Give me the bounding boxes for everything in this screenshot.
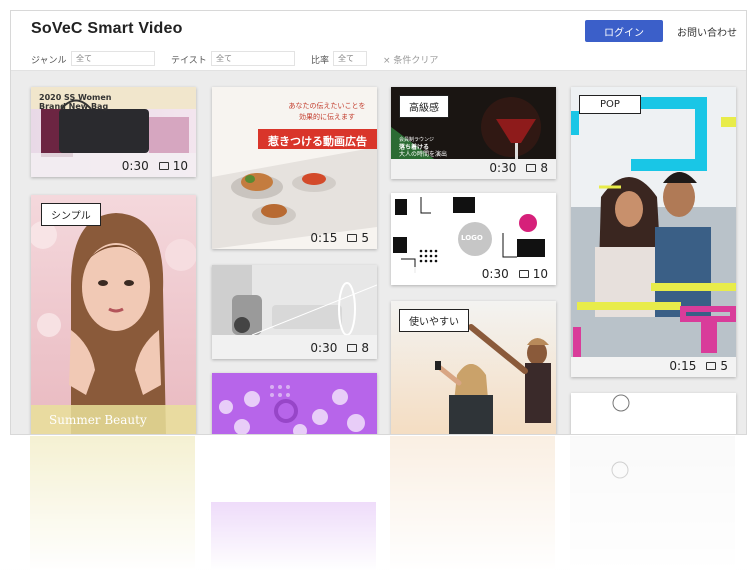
card-meta: 0:30 8 [489, 161, 548, 175]
scene-count-icon [518, 270, 529, 278]
purple-dots-thumbnail [212, 373, 377, 434]
card-meta: 0:30 10 [482, 267, 548, 281]
bag-title-line1: 2020 SS Women [39, 93, 112, 102]
template-card-pop[interactable]: POP 0:15 5 [571, 87, 736, 377]
template-card-blank[interactable] [571, 393, 736, 434]
style-tag: 高級感 [399, 95, 449, 118]
contact-link[interactable]: お問い合わせ [677, 24, 737, 39]
card-meta: 0:30 10 [122, 159, 188, 173]
portrait-caption: Summer Beauty [49, 413, 147, 427]
scene-count: 10 [172, 159, 188, 173]
reflection-decoration [0, 436, 747, 570]
template-card-selfie[interactable]: 使いやすい [391, 301, 556, 434]
template-card-geometric[interactable]: LOGO 0:30 10 [391, 193, 556, 285]
scene-count-icon [526, 164, 537, 172]
scene-count-icon [706, 362, 717, 370]
scene-count-icon [158, 162, 169, 170]
scene-count: 5 [720, 359, 728, 373]
pop-thumbnail [571, 87, 736, 377]
duration-label: 0:15 [669, 359, 697, 373]
template-card-luxury[interactable]: 高級感 会員制ラウンジ 落ち着ける 大人の時間を演出 0:30 8 [391, 87, 556, 179]
login-button[interactable]: ログイン [585, 20, 663, 42]
genre-label: ジャンル [31, 56, 67, 66]
style-tag: シンプル [41, 203, 101, 226]
ratio-label: 比率 [311, 56, 330, 66]
app-window: SoVeC Smart Video ログイン お問い合わせ ジャンル 全て テイ… [10, 10, 747, 435]
luxury-sub-line3: 大人の時間を演出 [399, 151, 448, 158]
template-card-street[interactable]: 0:30 8 [212, 265, 377, 359]
food-copy-line1: あなたの伝えたいことを [288, 102, 366, 110]
bag-title-line2: Brand New Bag [39, 102, 109, 111]
template-grid: 2020 SS Women Brand New Bag 0:30 10 シンプル… [11, 71, 746, 434]
logo-placeholder: LOGO [461, 234, 483, 242]
clear-filters-link[interactable]: × 条件クリア [383, 53, 438, 66]
reflection-fade [0, 436, 747, 570]
template-card-food[interactable]: あなたの伝えたいことを 効果的に伝えます 惹きつける動画広告 0:15 5 [212, 87, 377, 249]
template-card-bag[interactable]: 2020 SS Women Brand New Bag 0:30 10 [31, 87, 196, 177]
filter-bar: ジャンル 全て テイスト 全て 比率 全て × 条件クリア [11, 47, 746, 71]
taste-label: テイスト [171, 56, 207, 66]
card-meta: 0:30 8 [310, 341, 369, 355]
scene-count: 8 [540, 161, 548, 175]
top-bar: SoVeC Smart Video ログイン お問い合わせ [11, 11, 746, 47]
food-banner-text: 惹きつける動画広告 [268, 135, 367, 148]
style-tag: POP [579, 95, 641, 114]
style-tag: 使いやすい [399, 309, 469, 332]
duration-label: 0:30 [310, 341, 338, 355]
scene-count-icon [347, 234, 358, 242]
card-meta: 0:15 5 [310, 231, 369, 245]
portrait-thumbnail [31, 195, 196, 434]
template-card-portrait[interactable]: シンプル Summer Beauty [31, 195, 196, 434]
brand-logo[interactable]: SoVeC Smart Video [31, 20, 183, 38]
blank-thumbnail [571, 393, 736, 434]
luxury-sub-line2: 落ち着ける [399, 144, 430, 151]
template-card-purple[interactable] [212, 373, 377, 434]
scene-count: 10 [532, 267, 548, 281]
duration-label: 0:15 [310, 231, 338, 245]
ratio-select[interactable]: 全て [333, 51, 367, 66]
taste-select[interactable]: 全て [211, 51, 295, 66]
duration-label: 0:30 [121, 159, 149, 173]
scene-count: 5 [361, 231, 369, 245]
scene-count: 8 [361, 341, 369, 355]
duration-label: 0:30 [489, 161, 517, 175]
food-copy-line2: 効果的に伝えます [299, 113, 355, 121]
duration-label: 0:30 [481, 267, 509, 281]
genre-select[interactable]: 全て [71, 51, 155, 66]
scene-count-icon [347, 344, 358, 352]
luxury-sub-line1: 会員制ラウンジ [399, 137, 435, 143]
card-meta: 0:15 5 [669, 359, 728, 373]
